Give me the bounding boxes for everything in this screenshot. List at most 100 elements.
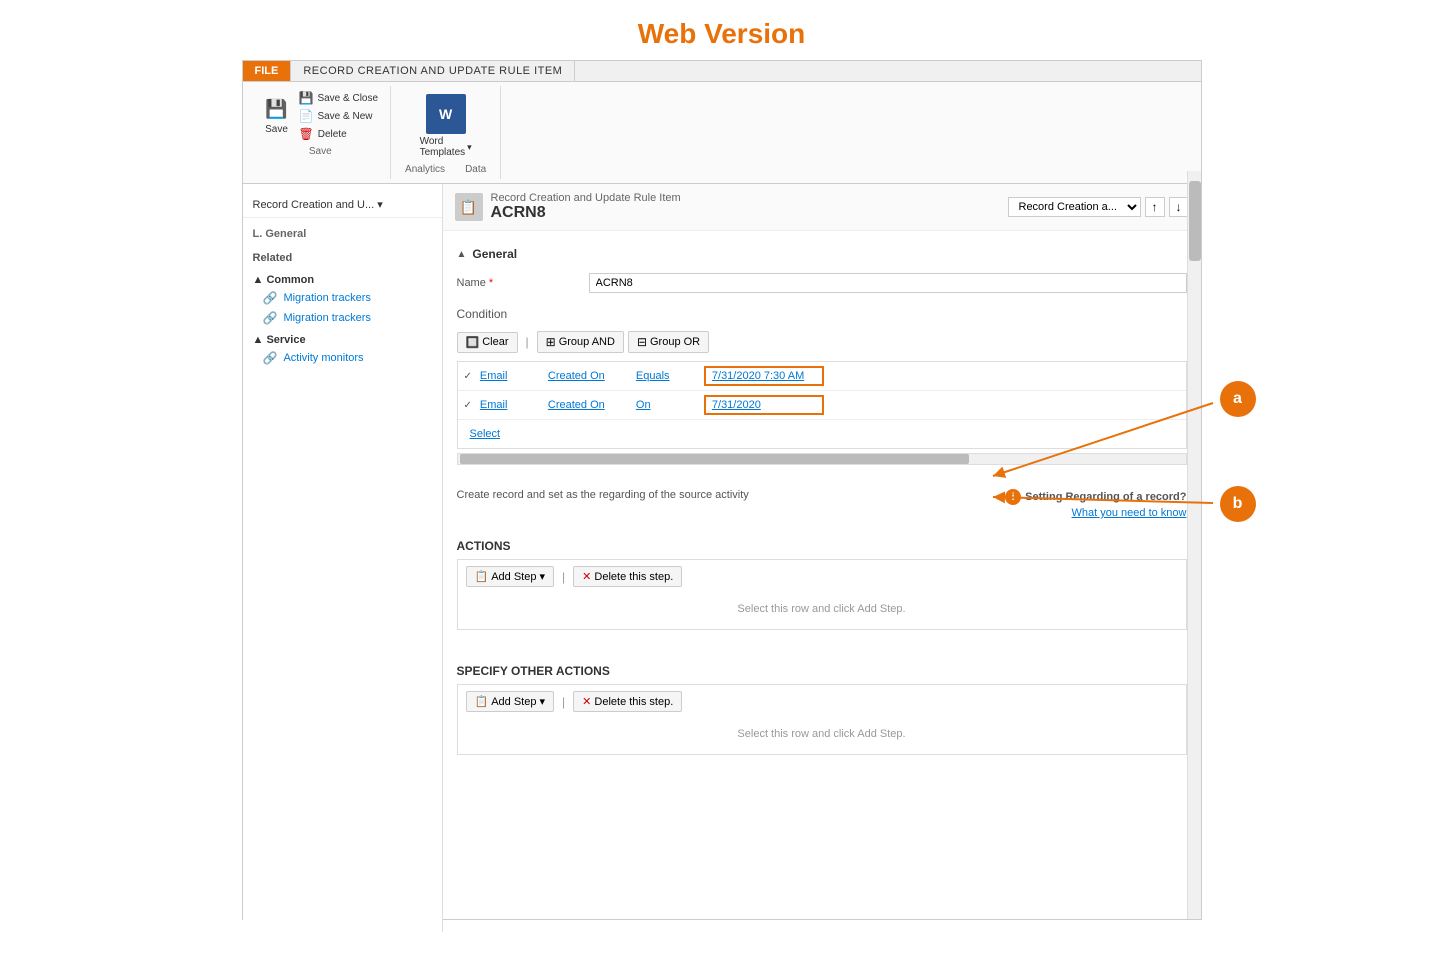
data-label: Data xyxy=(465,164,486,175)
actions-section: ACTIONS 📋 Add Step ▾ | ✕ Delete xyxy=(457,527,1187,638)
actions-label: ACTIONS xyxy=(457,535,1187,559)
condition-entity-2[interactable]: Email xyxy=(480,399,540,411)
save-icon: 💾 xyxy=(265,98,289,122)
condition-table: ✓ Email Created On Equals 7/31/2020 7:30… xyxy=(457,361,1187,449)
migration-icon-2: 🔗 xyxy=(263,311,278,325)
record-nav-dropdown[interactable]: Record Creation a... xyxy=(1008,197,1141,217)
specify-add-step-icon: 📋 xyxy=(475,695,489,708)
add-step-icon: 📋 xyxy=(475,570,489,583)
general-section-header[interactable]: ▲ General xyxy=(457,241,1187,267)
specify-placeholder: Select this row and click Add Step. xyxy=(466,720,1178,748)
vertical-scrollbar[interactable] xyxy=(1187,171,1201,919)
group-and-button[interactable]: ⊞ Group AND xyxy=(537,331,624,353)
condition-label: Condition xyxy=(457,307,1187,321)
condition-select[interactable]: Select xyxy=(464,424,507,444)
specify-other-actions-section: SPECIFY OTHER ACTIONS 📋 Add Step ▾ | ✕ xyxy=(457,652,1187,763)
actions-placeholder: Select this row and click Add Step. xyxy=(466,595,1178,623)
setting-regarding-label: Setting Regarding of a record? xyxy=(1025,491,1186,503)
sidebar-item-activity-monitors[interactable]: 🔗 Activity monitors xyxy=(243,348,442,368)
sidebar-item-migration-trackers-2[interactable]: 🔗 Migration trackers xyxy=(243,308,442,328)
sidebar-related-label: Related xyxy=(243,244,442,268)
info-circle-icon: i xyxy=(1005,489,1021,505)
form-content: ▲ General Name * Condition xyxy=(443,231,1201,773)
specify-other-box: 📋 Add Step ▾ | ✕ Delete this step. Selec… xyxy=(457,684,1187,755)
delete-button[interactable]: 🗑 Delete xyxy=(297,126,381,142)
condition-toolbar: 🔲 Clear | ⊞ Group AND ⊟ Group OR xyxy=(457,327,1187,357)
record-nav-up-button[interactable]: ↑ xyxy=(1145,197,1165,217)
condition-value-1[interactable]: 7/31/2020 7:30 AM xyxy=(704,366,824,386)
main-layout: Record Creation and U... ▾ L. General Re… xyxy=(243,184,1201,932)
ribbon-save-group: 💾 Save 💾 Save & Close 📄 Save & New xyxy=(251,86,392,179)
record-subtitle: Record Creation and Update Rule Item xyxy=(491,192,681,204)
save-close-icon: 💾 xyxy=(299,91,314,105)
annotation-b-circle: b xyxy=(1220,486,1256,522)
add-step-button[interactable]: 📋 Add Step ▾ xyxy=(466,566,555,587)
delete-step-icon: ✕ xyxy=(582,570,591,583)
scrollbar-thumb xyxy=(460,454,970,464)
what-you-need-link[interactable]: What you need to know xyxy=(1072,507,1187,519)
condition-scrollbar[interactable] xyxy=(457,453,1187,465)
condition-value-2[interactable]: 7/31/2020 xyxy=(704,395,824,415)
save-new-icon: 📄 xyxy=(299,109,314,123)
content-area: 📋 Record Creation and Update Rule Item A… xyxy=(443,184,1201,932)
word-templates-chevron: ▾ xyxy=(467,142,472,153)
condition-field-1[interactable]: Created On xyxy=(548,370,628,382)
delete-icon: 🗑 xyxy=(299,127,314,141)
sidebar-common-section: ▲ Common xyxy=(243,268,442,288)
specify-add-step-button[interactable]: 📋 Add Step ▾ xyxy=(466,691,555,712)
save-button[interactable]: 💾 Save xyxy=(261,96,293,137)
info-section: Create record and set as the regarding o… xyxy=(457,473,1187,527)
record-header: 📋 Record Creation and Update Rule Item A… xyxy=(443,184,1201,231)
ribbon-tabs: FILE RECORD CREATION AND UPDATE RULE ITE… xyxy=(243,61,1201,82)
condition-operator-1[interactable]: Equals xyxy=(636,370,696,382)
record-icon: 📋 xyxy=(455,193,483,221)
specify-other-label: SPECIFY OTHER ACTIONS xyxy=(457,660,1187,684)
migration-icon-1: 🔗 xyxy=(263,291,278,305)
condition-select-row: Select xyxy=(458,420,1186,448)
tab-file[interactable]: FILE xyxy=(243,61,292,81)
clear-button[interactable]: 🔲 Clear xyxy=(457,332,518,353)
general-triangle: ▲ xyxy=(457,249,467,260)
general-label: General xyxy=(472,247,517,261)
info-text: Create record and set as the regarding o… xyxy=(457,489,749,501)
specify-delete-icon: ✕ xyxy=(582,695,591,708)
condition-operator-2[interactable]: On xyxy=(636,399,696,411)
record-nav-down-button[interactable]: ↓ xyxy=(1169,197,1189,217)
ribbon-word-group: W WordTemplates ▾ Analytics Data xyxy=(391,86,501,179)
save-group-label: Save xyxy=(309,146,332,157)
condition-field-2[interactable]: Created On xyxy=(548,399,628,411)
condition-row-1: ✓ Email Created On Equals 7/31/2020 7:30… xyxy=(458,362,1186,391)
name-label: Name * xyxy=(457,277,577,289)
sidebar-item-migration-trackers-1[interactable]: 🔗 Migration trackers xyxy=(243,288,442,308)
activity-icon: 🔗 xyxy=(263,351,278,365)
condition-entity-1[interactable]: Email xyxy=(480,370,540,382)
check-icon-2: ✓ xyxy=(464,400,472,411)
sidebar: Record Creation and U... ▾ L. General Re… xyxy=(243,184,443,932)
condition-section: Condition 🔲 Clear | ⊞ Group AND xyxy=(457,299,1187,473)
ribbon-content: 💾 Save 💾 Save & Close 📄 Save & New xyxy=(243,82,1201,183)
condition-row-2: ✓ Email Created On On 7/31/2020 xyxy=(458,391,1186,420)
actions-box: 📋 Add Step ▾ | ✕ Delete this step. Selec… xyxy=(457,559,1187,630)
sidebar-service-section: ▲ Service xyxy=(243,328,442,348)
save-close-button[interactable]: 💾 Save & Close xyxy=(297,90,381,106)
analytics-label: Analytics xyxy=(405,164,445,175)
sidebar-nav-title: L. General xyxy=(243,224,442,244)
specify-delete-button[interactable]: ✕ Delete this step. xyxy=(573,691,682,712)
clear-icon: 🔲 xyxy=(466,336,480,349)
group-or-button[interactable]: ⊟ Group OR xyxy=(628,331,709,353)
tab-record-creation[interactable]: RECORD CREATION AND UPDATE RULE ITEM xyxy=(291,61,575,81)
name-input[interactable] xyxy=(589,273,1187,293)
annotation-b: b xyxy=(1220,486,1256,522)
sidebar-breadcrumb[interactable]: Record Creation and U... ▾ xyxy=(243,192,442,218)
page-title: Web Version xyxy=(0,0,1443,60)
record-name: ACRN8 xyxy=(491,204,681,222)
delete-step-button[interactable]: ✕ Delete this step. xyxy=(573,566,682,587)
ribbon: FILE RECORD CREATION AND UPDATE RULE ITE… xyxy=(243,61,1201,184)
name-field-row: Name * xyxy=(457,267,1187,299)
save-new-button[interactable]: 📄 Save & New xyxy=(297,108,381,124)
check-icon-1: ✓ xyxy=(464,371,472,382)
word-templates-icon[interactable]: W xyxy=(426,94,466,134)
group-or-icon: ⊟ xyxy=(637,335,647,349)
word-templates-label: WordTemplates xyxy=(420,136,466,158)
annotation-a-circle: a xyxy=(1220,381,1256,417)
